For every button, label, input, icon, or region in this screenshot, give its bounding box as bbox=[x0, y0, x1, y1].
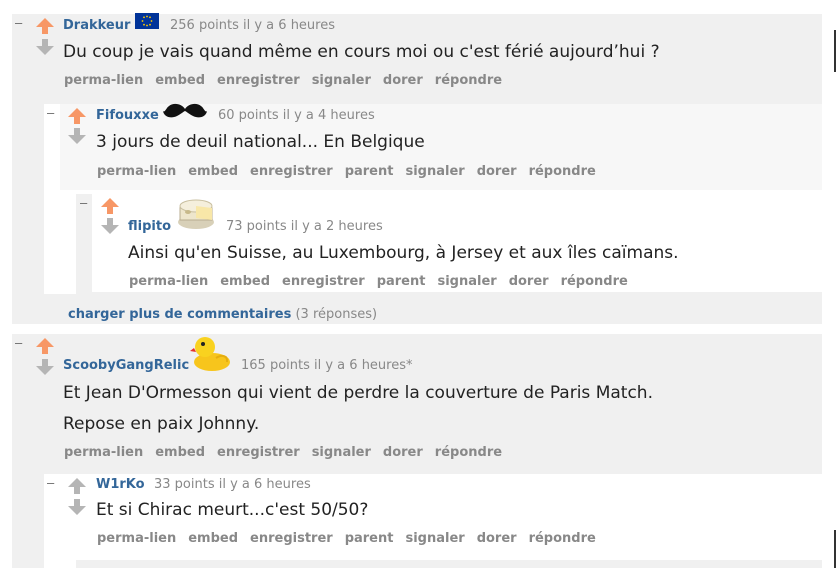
downvote-arrow-icon[interactable] bbox=[35, 358, 55, 376]
embed-button[interactable]: embed bbox=[155, 73, 205, 88]
save-button[interactable]: enregistrer bbox=[217, 73, 300, 88]
embed-button[interactable]: embed bbox=[188, 164, 238, 179]
scrollbar-track-mark[interactable] bbox=[834, 30, 836, 72]
collapse-toggle[interactable]: – bbox=[15, 336, 22, 350]
gild-button[interactable]: dorer bbox=[383, 445, 423, 460]
reply-button[interactable]: répondre bbox=[529, 531, 596, 546]
permalink-button[interactable]: perma-lien bbox=[97, 164, 176, 179]
parent-button[interactable]: parent bbox=[345, 531, 394, 546]
reply-button[interactable]: répondre bbox=[435, 73, 502, 88]
permalink-button[interactable]: perma-lien bbox=[129, 274, 208, 289]
comment-meta: 33 points il y a 6 heures bbox=[154, 477, 311, 492]
embed-button[interactable]: embed bbox=[188, 531, 238, 546]
report-button[interactable]: signaler bbox=[405, 531, 464, 546]
upvote-arrow-icon[interactable] bbox=[67, 107, 87, 125]
cheese-icon bbox=[178, 199, 214, 229]
parent-button[interactable]: parent bbox=[345, 164, 394, 179]
collapse-toggle[interactable]: – bbox=[80, 196, 87, 210]
gild-button[interactable]: dorer bbox=[509, 274, 549, 289]
downvote-arrow-icon[interactable] bbox=[67, 127, 87, 145]
comment-actions: perma-lien embed enregistrer parent sign… bbox=[97, 531, 596, 546]
comment-meta: 256 points il y a 6 heures bbox=[170, 18, 335, 33]
report-button[interactable]: signaler bbox=[312, 445, 371, 460]
load-more-link[interactable]: charger plus de commentaires bbox=[68, 307, 291, 322]
permalink-button[interactable]: perma-lien bbox=[97, 531, 176, 546]
comment-actions: perma-lien embed enregistrer signaler do… bbox=[64, 73, 502, 88]
save-button[interactable]: enregistrer bbox=[250, 164, 333, 179]
report-button[interactable]: signaler bbox=[405, 164, 464, 179]
reply-button[interactable]: répondre bbox=[561, 274, 628, 289]
comment-text: Du coup je vais quand même en cours moi … bbox=[63, 42, 660, 62]
permalink-button[interactable]: perma-lien bbox=[64, 445, 143, 460]
reply-button[interactable]: répondre bbox=[435, 445, 502, 460]
comment-actions: perma-lien embed enregistrer parent sign… bbox=[129, 274, 628, 289]
rubber-duck-icon bbox=[190, 337, 230, 371]
permalink-button[interactable]: perma-lien bbox=[64, 73, 143, 88]
collapse-toggle[interactable]: – bbox=[15, 16, 22, 30]
downvote-arrow-icon[interactable] bbox=[35, 38, 55, 56]
embed-button[interactable]: embed bbox=[155, 445, 205, 460]
comment-author[interactable]: W1rKo bbox=[96, 477, 145, 492]
gild-button[interactable]: dorer bbox=[477, 164, 517, 179]
load-more-comments: charger plus de commentaires (3 réponses… bbox=[68, 307, 377, 322]
report-button[interactable]: signaler bbox=[437, 274, 496, 289]
next-comment-panel bbox=[76, 560, 822, 568]
comment-author[interactable]: flipito bbox=[128, 219, 171, 234]
comment-author[interactable]: Fifouxxe bbox=[96, 108, 159, 123]
comment-meta: 165 points il y a 6 heures* bbox=[241, 358, 413, 373]
upvote-arrow-icon[interactable] bbox=[35, 17, 55, 35]
comment-text: Et Jean D'Ormesson qui vient de perdre l… bbox=[63, 383, 653, 403]
gild-button[interactable]: dorer bbox=[383, 73, 423, 88]
downvote-arrow-icon[interactable] bbox=[100, 217, 120, 235]
load-more-count: (3 réponses) bbox=[295, 307, 378, 322]
collapse-toggle[interactable]: – bbox=[47, 476, 54, 490]
comment-actions: perma-lien embed enregistrer parent sign… bbox=[97, 164, 596, 179]
save-button[interactable]: enregistrer bbox=[282, 274, 365, 289]
mustache-icon bbox=[163, 103, 207, 118]
comment-text-line: Repose en paix Johnny. bbox=[63, 414, 260, 434]
eu-flag-icon bbox=[135, 13, 159, 29]
comment-text: Ainsi qu'en Suisse, au Luxembourg, à Jer… bbox=[128, 243, 679, 263]
save-button[interactable]: enregistrer bbox=[217, 445, 300, 460]
comment-meta: 73 points il y a 2 heures bbox=[226, 219, 383, 234]
gild-button[interactable]: dorer bbox=[477, 531, 517, 546]
upvote-arrow-icon[interactable] bbox=[100, 197, 120, 215]
report-button[interactable]: signaler bbox=[312, 73, 371, 88]
embed-button[interactable]: embed bbox=[220, 274, 270, 289]
comment-author[interactable]: ScoobyGangRelic bbox=[63, 358, 189, 373]
scrollbar-track-mark[interactable] bbox=[834, 530, 836, 568]
downvote-arrow-icon[interactable] bbox=[67, 498, 87, 516]
collapse-toggle[interactable]: – bbox=[47, 106, 54, 120]
comment-text: Et si Chirac meurt...c'est 50/50? bbox=[96, 500, 369, 520]
comment-actions: perma-lien embed enregistrer signaler do… bbox=[64, 445, 502, 460]
parent-button[interactable]: parent bbox=[377, 274, 426, 289]
comment-author[interactable]: Drakkeur bbox=[63, 18, 130, 33]
save-button[interactable]: enregistrer bbox=[250, 531, 333, 546]
reply-button[interactable]: répondre bbox=[529, 164, 596, 179]
upvote-arrow-icon[interactable] bbox=[35, 337, 55, 355]
upvote-arrow-icon[interactable] bbox=[67, 477, 87, 495]
comment-text: 3 jours de deuil national... En Belgique bbox=[96, 132, 425, 152]
comment-meta: 60 points il y a 4 heures bbox=[218, 108, 375, 123]
